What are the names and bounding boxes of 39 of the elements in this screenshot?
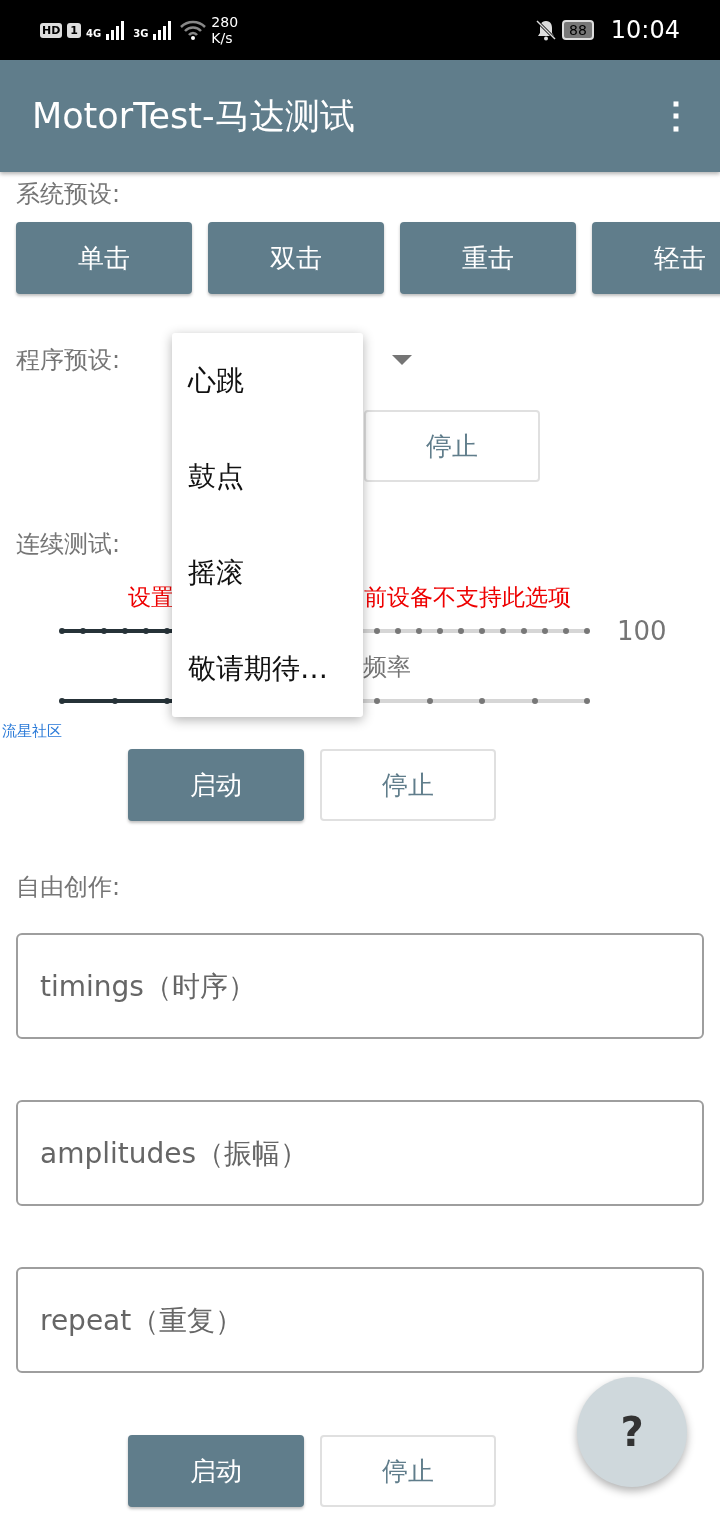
input-field[interactable]: amplitudes（振幅） [16,1100,704,1206]
stop-button[interactable]: 停止 [320,1435,496,1507]
input-field[interactable]: timings（时序） [16,933,704,1039]
section-label: 程序预设: [16,345,121,376]
slider-caption: 频率 [363,653,411,681]
app-title: MotorTest-马达测试 [32,94,355,138]
input-field[interactable]: repeat（重复） [16,1267,704,1373]
more-menu-button[interactable]: ⋮ [652,95,700,137]
network-type: 4G [86,28,102,39]
preset-button[interactable]: 双击 [208,222,384,294]
stop-button[interactable]: 停止 [364,410,540,482]
start-button[interactable]: 启动 [128,749,304,821]
clock: 10:04 [610,16,680,44]
sim-badge: 1 [67,22,81,38]
slider-value: 100 [617,616,667,646]
help-button[interactable]: ? [577,1377,687,1487]
menu-item[interactable]: 心跳 [172,341,363,437]
bell-muted-icon [535,19,557,41]
preset-button[interactable]: 重击 [400,222,576,294]
menu-item[interactable]: 敬请期待… [172,629,363,709]
stop-button[interactable]: 停止 [320,749,496,821]
battery-indicator: 88 [562,20,594,40]
network-speed: 280 [211,14,239,30]
speed-unit: K/s [211,30,234,46]
section-label: 自由创作: [16,872,122,903]
community-link[interactable]: 流星社区 [2,722,62,740]
wifi-icon [180,20,207,40]
warning-text: 前设备不支持此选项 [364,583,571,612]
menu-item[interactable]: 鼓点 [172,437,363,533]
dropdown-caret-icon[interactable] [392,355,413,365]
preset-button[interactable]: 轻击 [592,222,720,294]
section-label: 系统预设: [16,179,122,210]
menu-item[interactable]: 摇滚 [172,533,363,629]
network-type: 3G [133,28,149,39]
preset-button[interactable]: 单击 [16,222,192,294]
warning-text: 设置 [128,583,174,612]
start-button[interactable]: 启动 [128,1435,304,1507]
hd-badge: HD [40,22,63,38]
section-label: 连续测试: [16,529,122,560]
